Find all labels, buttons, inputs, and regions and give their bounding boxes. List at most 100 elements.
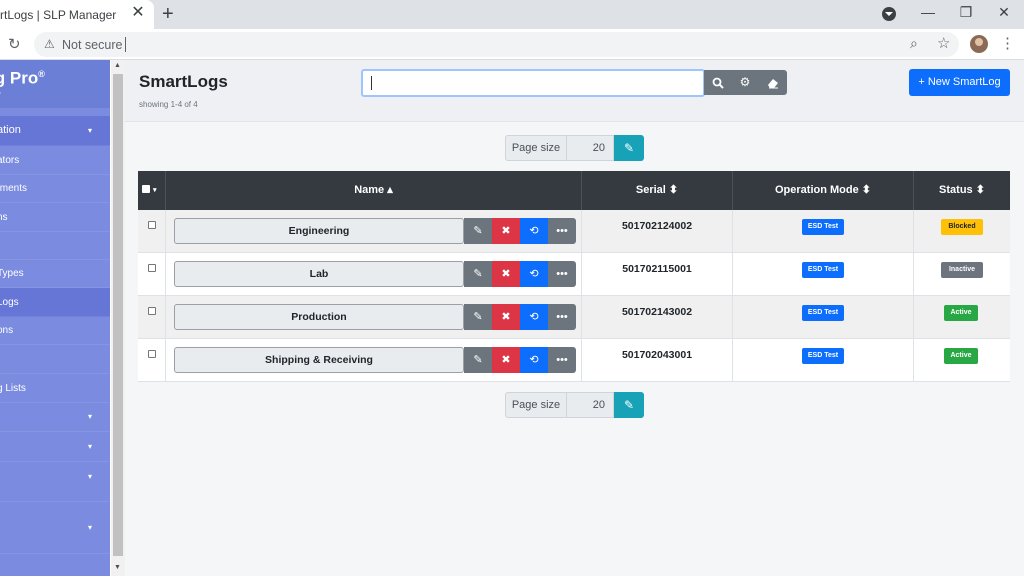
delete-button[interactable]: ✖ (492, 261, 520, 287)
page-size-control-top: Page size 20 ✎ (505, 135, 644, 161)
page-size-apply-button[interactable]: ✎ (614, 392, 644, 418)
scrollbar-thumb[interactable] (113, 74, 123, 556)
row-checkbox[interactable] (148, 221, 156, 229)
sidebar-item-types[interactable]: Types (0, 259, 110, 288)
minimize-button[interactable]: — (918, 4, 938, 20)
profile-avatar[interactable] (970, 35, 988, 53)
row-checkbox[interactable] (148, 350, 156, 358)
sidebar-item-administration[interactable]: ation ▾ (0, 116, 110, 146)
sidebar-item-operators[interactable]: ators (0, 146, 110, 175)
not-secure-label[interactable]: Not secure (62, 38, 122, 52)
edit-icon: ✎ (473, 311, 483, 323)
bookmark-star-icon[interactable]: ☆ (937, 34, 950, 52)
sidebar-group-3[interactable]: ▾ (0, 462, 110, 502)
sidebar-scrollbar[interactable]: ▲ ▼ (111, 60, 125, 576)
tab-search-icon[interactable] (882, 7, 896, 21)
name-field[interactable]: Shipping & Receiving (174, 347, 464, 373)
reload-icon[interactable]: ↻ (8, 35, 21, 53)
page-size-input[interactable]: 20 (566, 392, 614, 418)
history-button[interactable]: ⟲ (520, 218, 548, 244)
history-icon: ⟲ (529, 268, 539, 280)
status-badge: Active (944, 348, 978, 364)
new-smartlog-button[interactable]: + New SmartLog (909, 69, 1010, 96)
more-button[interactable]: ••• (548, 347, 576, 373)
delete-button[interactable]: ✖ (492, 347, 520, 373)
tab-close-icon[interactable]: ✕ (130, 5, 146, 21)
search-button[interactable] (704, 70, 732, 95)
table-row: Engineering ✎ ✖ ⟲ ••• 501702124002 ESD T… (138, 210, 1010, 253)
close-icon: ✖ (501, 225, 511, 237)
search-icon (712, 77, 724, 89)
page-size-control-bottom: Page size 20 ✎ (505, 392, 644, 418)
delete-button[interactable]: ✖ (492, 304, 520, 330)
close-window-button[interactable]: ✕ (994, 4, 1014, 21)
search-input[interactable] (361, 69, 705, 97)
more-button[interactable]: ••• (548, 304, 576, 330)
sidebar-item-smartlogs[interactable]: Logs (0, 288, 110, 317)
status-cell: Active (914, 339, 1010, 382)
column-header-serial[interactable]: Serial ⬍ (582, 171, 733, 210)
browser-tab[interactable]: rtLogs | SLP Manager ✕ (0, 0, 154, 29)
sidebar-item-blank-2[interactable] (0, 345, 110, 374)
edit-button[interactable]: ✎ (464, 218, 492, 244)
omnibox[interactable]: ⚠ Not secure ⌕ ☆ (34, 32, 959, 57)
delete-button[interactable]: ✖ (492, 218, 520, 244)
browser-menu-icon[interactable]: ⋮ (1000, 34, 1015, 52)
page-size-label: Page size (505, 135, 566, 161)
chevron-down-icon[interactable]: ▾ (153, 171, 157, 210)
sidebar-group-1[interactable]: ▾ (0, 402, 110, 432)
select-all-header[interactable]: ▾ (138, 171, 166, 210)
name-field[interactable]: Production (174, 304, 464, 330)
page-size-apply-button[interactable]: ✎ (614, 135, 644, 161)
sidebar-item-options[interactable]: ons (0, 316, 110, 345)
sidebar-item-departments[interactable]: tments (0, 174, 110, 203)
serial-cell: 501702043001 (582, 339, 733, 382)
url-cursor (125, 37, 126, 52)
address-bar: ↻ ⚠ Not secure ⌕ ☆ ⋮ (0, 29, 1024, 60)
eraser-icon (768, 78, 778, 89)
brand-logo[interactable]: Log Pro® ger (0, 66, 110, 104)
more-icon: ••• (556, 311, 568, 323)
name-field[interactable]: Lab (174, 261, 464, 287)
zoom-icon[interactable]: ⌕ (910, 35, 918, 52)
edit-button[interactable]: ✎ (464, 304, 492, 330)
clear-button[interactable] (759, 70, 787, 95)
page-title: SmartLogs (139, 72, 228, 91)
more-button[interactable]: ••• (548, 218, 576, 244)
history-icon: ⟲ (529, 354, 539, 366)
edit-button[interactable]: ✎ (464, 261, 492, 287)
chevron-down-icon: ▾ (88, 523, 93, 532)
restore-button[interactable]: ❐ (956, 4, 976, 21)
more-button[interactable]: ••• (548, 261, 576, 287)
column-header-name[interactable]: Name ▴ (166, 171, 582, 210)
new-tab-button[interactable]: + (162, 4, 174, 24)
mode-badge: ESD Test (802, 348, 844, 364)
scroll-down-icon[interactable]: ▼ (114, 564, 121, 571)
row-checkbox[interactable] (148, 264, 156, 272)
warning-icon[interactable]: ⚠ (44, 37, 55, 51)
column-header-mode[interactable]: Operation Mode ⬍ (733, 171, 914, 210)
name-field[interactable]: Engineering (174, 218, 464, 244)
chevron-down-icon: ▾ (88, 126, 93, 135)
edit-button[interactable]: ✎ (464, 347, 492, 373)
sidebar-group-4[interactable]: ▾ (0, 502, 110, 554)
history-button[interactable]: ⟲ (520, 304, 548, 330)
name-cell: Lab ✎ ✖ ⟲ ••• (166, 253, 582, 296)
sidebar: Log Pro® ger ation ▾ ators tments ns Typ… (0, 60, 110, 576)
sidebar-group-2[interactable]: ▾ (0, 432, 110, 462)
column-header-status[interactable]: Status ⬍ (914, 171, 1010, 210)
page-size-input[interactable]: 20 (566, 135, 614, 161)
history-button[interactable]: ⟲ (520, 347, 548, 373)
scroll-up-icon[interactable]: ▲ (114, 62, 121, 69)
select-all-checkbox[interactable] (142, 185, 150, 193)
chevron-down-icon: ▾ (88, 412, 93, 421)
row-select-cell (138, 339, 166, 382)
mode-badge: ESD Test (802, 219, 844, 235)
sidebar-item-stations[interactable]: ns (0, 203, 110, 232)
sidebar-item-lists[interactable]: g Lists (0, 374, 110, 403)
row-checkbox[interactable] (148, 307, 156, 315)
history-button[interactable]: ⟲ (520, 261, 548, 287)
settings-button[interactable]: ⚙ (731, 70, 759, 95)
sidebar-item-blank-1[interactable] (0, 231, 110, 260)
status-badge: Active (944, 305, 978, 321)
